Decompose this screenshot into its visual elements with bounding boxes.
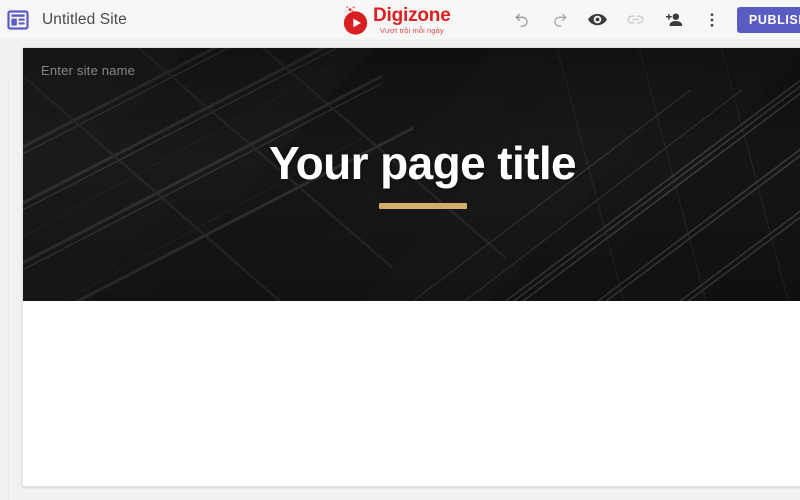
editor-toolbar: PUBLISH [503, 0, 800, 39]
hero-banner[interactable]: Enter site name Your page title [23, 48, 800, 301]
page-body-empty[interactable] [23, 301, 800, 486]
site-title[interactable]: Untitled Site [42, 11, 127, 29]
redo-icon [554, 13, 567, 27]
site-page: Enter site name Your page title [22, 47, 800, 487]
publish-button[interactable]: PUBLISH [736, 6, 800, 33]
brand-name: Digizone [373, 4, 451, 26]
editor-canvas: Enter site name Your page title [0, 39, 800, 500]
redo-button[interactable] [541, 1, 579, 39]
vertical-scrollbar[interactable] [0, 78, 9, 500]
undo-button[interactable] [503, 1, 541, 39]
page-title[interactable]: Your page title [23, 136, 800, 190]
more-vertical-icon [710, 12, 714, 27]
undo-icon [515, 13, 528, 27]
copy-link-button[interactable] [617, 1, 655, 39]
more-options-button[interactable] [693, 1, 731, 39]
eye-icon [588, 13, 608, 26]
link-chain-icon [627, 15, 645, 24]
hero-text-block: Your page title [23, 136, 800, 209]
share-button[interactable] [655, 1, 693, 39]
play-circle-icon [340, 4, 372, 36]
title-accent-bar [378, 203, 467, 209]
digizone-watermark: Digizone Vượt trội mỗi ngày [340, 4, 451, 36]
add-person-icon [665, 12, 682, 26]
sites-grid-icon[interactable] [6, 8, 30, 32]
site-name-input[interactable]: Enter site name [41, 63, 135, 78]
horizontal-scrollbar[interactable] [9, 493, 800, 500]
brand-tagline: Vượt trội mỗi ngày [379, 25, 444, 35]
sites-editor-window: Untitled Site PUBLIS Digizone Vượt trội … [0, 0, 800, 500]
preview-button[interactable] [579, 1, 617, 39]
